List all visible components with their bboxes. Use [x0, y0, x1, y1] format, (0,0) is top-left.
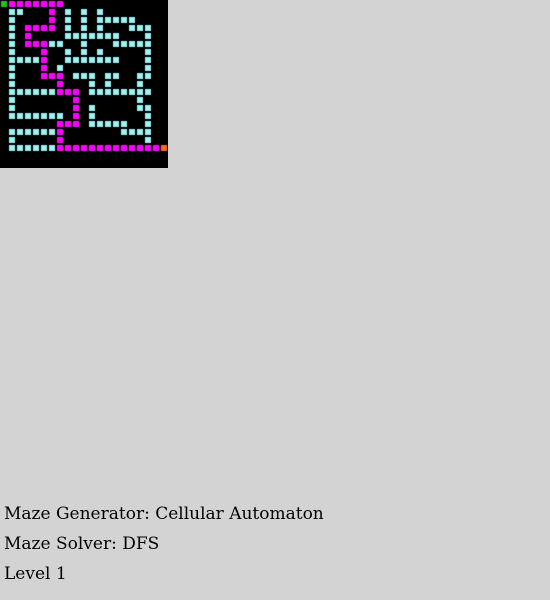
maze-solver-label: Maze Solver: DFS: [4, 534, 160, 554]
maze-board[interactable]: [0, 0, 168, 168]
level-label: Level 1: [4, 564, 67, 584]
maze-generator-label: Maze Generator: Cellular Automaton: [4, 504, 324, 524]
